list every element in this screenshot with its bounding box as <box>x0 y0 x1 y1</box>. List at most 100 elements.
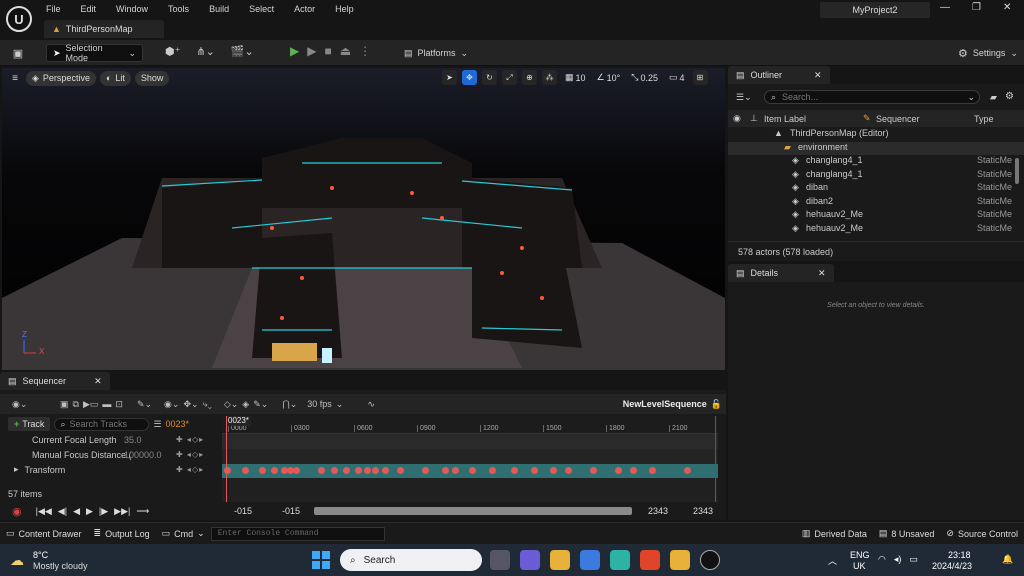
teams-icon[interactable] <box>520 550 540 570</box>
menu-window[interactable]: Window <box>116 4 148 14</box>
system-tray-icons[interactable]: ◠ ◂) ▭ <box>878 554 918 565</box>
platforms-button[interactable]: ▤ Platforms ⌄ <box>398 44 474 62</box>
tree-row[interactable]: ◈ changlang4_1 StaticMe <box>728 155 1024 169</box>
close-button[interactable]: ✕ <box>1003 2 1011 13</box>
selection-mode-dropdown[interactable]: ➤ Selection Mode ⌄ <box>46 43 143 63</box>
scale-tool-icon[interactable]: ⤢ <box>502 70 517 85</box>
view-end[interactable]: 2343 <box>648 506 668 516</box>
expand-icon[interactable]: ▸ <box>14 464 19 475</box>
keyframe[interactable] <box>614 467 622 474</box>
track-value[interactable]: 100000.0 <box>124 450 162 460</box>
cinematics-icon[interactable]: 🎬⌄ <box>231 45 254 58</box>
find-asset-icon[interactable]: ⧉ <box>73 399 79 410</box>
language-secondary[interactable]: UK <box>853 561 866 571</box>
track-value[interactable]: 35.0 <box>124 435 142 445</box>
col-type[interactable]: Type <box>974 114 994 124</box>
cmd-button[interactable]: ▭ Cmd ⌄ <box>156 523 211 545</box>
world-icon[interactable]: ⊕ <box>522 70 537 85</box>
col-sequencer[interactable]: Sequencer <box>876 114 920 124</box>
show-button[interactable]: Show <box>134 70 170 86</box>
file-explorer-icon[interactable] <box>550 550 570 570</box>
timeline-area[interactable]: 0000 0300 0600 0900 1200 1500 1800 2100 0023* <box>222 416 718 502</box>
grid-snap-button[interactable]: ▦ 10 <box>562 70 589 85</box>
keyframe[interactable] <box>342 467 350 474</box>
key-controls-icon[interactable]: ✚ ◂◇▸ <box>176 450 204 459</box>
perspective-button[interactable]: ◈ Perspective <box>26 70 96 86</box>
surface-snap-icon[interactable]: ⁂ <box>542 70 557 85</box>
add-folder-icon[interactable]: ▰ <box>990 92 997 103</box>
track-row[interactable]: Manual Focus Distance ( 100000.0 ✚ ◂◇▸ <box>0 447 218 462</box>
playback-icon[interactable]: ✥⌄ <box>183 399 198 410</box>
record-icon[interactable]: ◉ <box>12 505 22 518</box>
keyframe[interactable] <box>451 467 459 474</box>
track-row[interactable]: Current Focal Length 35.0 ✚ ◂◇▸ <box>0 432 218 447</box>
angle-snap-button[interactable]: ∠ 10° <box>594 70 624 85</box>
filter-icon[interactable]: ☰⌄ <box>736 92 752 103</box>
wps-icon[interactable] <box>640 550 660 570</box>
jump-end-icon[interactable]: ▶▶| <box>114 506 130 517</box>
outliner-search-input[interactable]: ⌕ Search... ⌄ <box>764 90 980 104</box>
close-tab-icon[interactable]: ✕ <box>94 376 102 387</box>
play-icon[interactable]: ▶ <box>86 506 93 517</box>
tree-row[interactable]: ◈ diban StaticMe <box>728 182 1024 196</box>
wrench-icon[interactable]: ✎⌄ <box>137 399 152 410</box>
sequencer-tab[interactable]: ▤ Sequencer ✕ <box>0 372 110 390</box>
chevron-up-icon[interactable]: ︿ <box>828 554 837 567</box>
camera-speed-button[interactable]: ▭ 4 <box>666 70 688 85</box>
track-search-input[interactable]: ⌕ Search Tracks <box>54 417 150 431</box>
translate-tool-icon[interactable]: ✥ <box>462 70 477 85</box>
clock-date[interactable]: 2024/4/23 <box>932 561 972 571</box>
edge-icon[interactable] <box>610 550 630 570</box>
step-forward-icon[interactable]: |▶ <box>99 506 108 517</box>
play-icon[interactable]: ▶ <box>290 44 299 58</box>
folder-icon[interactable] <box>670 550 690 570</box>
details-tab[interactable]: ▤ Details ✕ <box>728 264 834 282</box>
add-actor-icon[interactable]: ⬢⁺ <box>165 45 180 58</box>
settings-button[interactable]: ⚙ Settings ⌄ <box>952 44 1024 62</box>
view-range-scrollbar[interactable] <box>314 507 632 515</box>
tree-row[interactable]: ◈ diban2 StaticMe <box>728 196 1024 210</box>
source-control-button[interactable]: ⊘ Source Control <box>940 523 1024 545</box>
hamburger-menu-icon[interactable]: ≡ <box>8 73 22 84</box>
key-icon[interactable]: ◇⌄ <box>224 399 238 410</box>
lit-button[interactable]: ◐ Lit <box>99 70 131 86</box>
keyframe[interactable] <box>510 467 518 474</box>
col-item-label[interactable]: Item Label <box>764 114 806 124</box>
blueprint-icon[interactable]: ⋔⌄ <box>196 45 214 58</box>
keyframe[interactable] <box>330 467 338 474</box>
unsaved-button[interactable]: ▤ 8 Unsaved <box>873 523 941 545</box>
tree-row[interactable]: ◈ changlang4_1 StaticMe <box>728 169 1024 183</box>
range-start[interactable]: -015 <box>234 506 252 516</box>
task-view-icon[interactable] <box>490 550 510 570</box>
menu-tools[interactable]: Tools <box>168 4 189 14</box>
more-options-icon[interactable]: ⋮ <box>359 44 371 58</box>
keyframe[interactable] <box>421 467 429 474</box>
end-marker[interactable] <box>715 416 716 502</box>
visibility-icon[interactable]: ◉ <box>733 113 741 124</box>
add-track-button[interactable]: + Track <box>8 417 51 431</box>
auto-key-icon[interactable]: ◈ <box>242 399 249 410</box>
level-viewport[interactable]: Z X ≡ ◈ Perspective ◐ Lit Show ➤ ✥ ↻ ⤢ ⊕… <box>2 68 725 370</box>
filter-icon[interactable]: ☰ <box>153 419 161 430</box>
maximize-viewport-icon[interactable]: ⊞ <box>692 70 708 85</box>
keyframe[interactable] <box>241 467 249 474</box>
edit-icon[interactable]: ✎⌄ <box>253 399 268 410</box>
eject-icon[interactable]: ⏏ <box>340 44 351 58</box>
keyframe[interactable] <box>317 467 325 474</box>
step-back-icon[interactable]: ◀| <box>58 506 67 517</box>
maximize-button[interactable]: ❐ <box>972 2 981 13</box>
world-icon[interactable]: ◉⌄ <box>12 399 36 410</box>
keyframe[interactable] <box>684 467 691 474</box>
tree-row[interactable]: ▰ environment <box>728 141 1024 155</box>
curve-icon[interactable]: ⤷⌄ <box>203 399 212 410</box>
render-movie-icon[interactable]: ▶▭ <box>83 399 98 410</box>
derived-data-button[interactable]: ▥ Derived Data <box>796 523 873 545</box>
tree-row[interactable]: ◈ hehuauv2_Me StaticMe <box>728 223 1024 237</box>
tree-row[interactable]: ◈ hehuauv2_Me StaticMe <box>728 209 1024 223</box>
close-tab-icon[interactable]: ✕ <box>814 70 822 81</box>
lock-icon[interactable]: 🔓 <box>711 399 722 410</box>
playhead-label[interactable]: 0023* <box>226 416 251 426</box>
menu-edit[interactable]: Edit <box>81 4 97 14</box>
pin-icon[interactable]: ⊥ <box>750 113 758 124</box>
camera-icon[interactable]: ▬ <box>102 399 111 409</box>
